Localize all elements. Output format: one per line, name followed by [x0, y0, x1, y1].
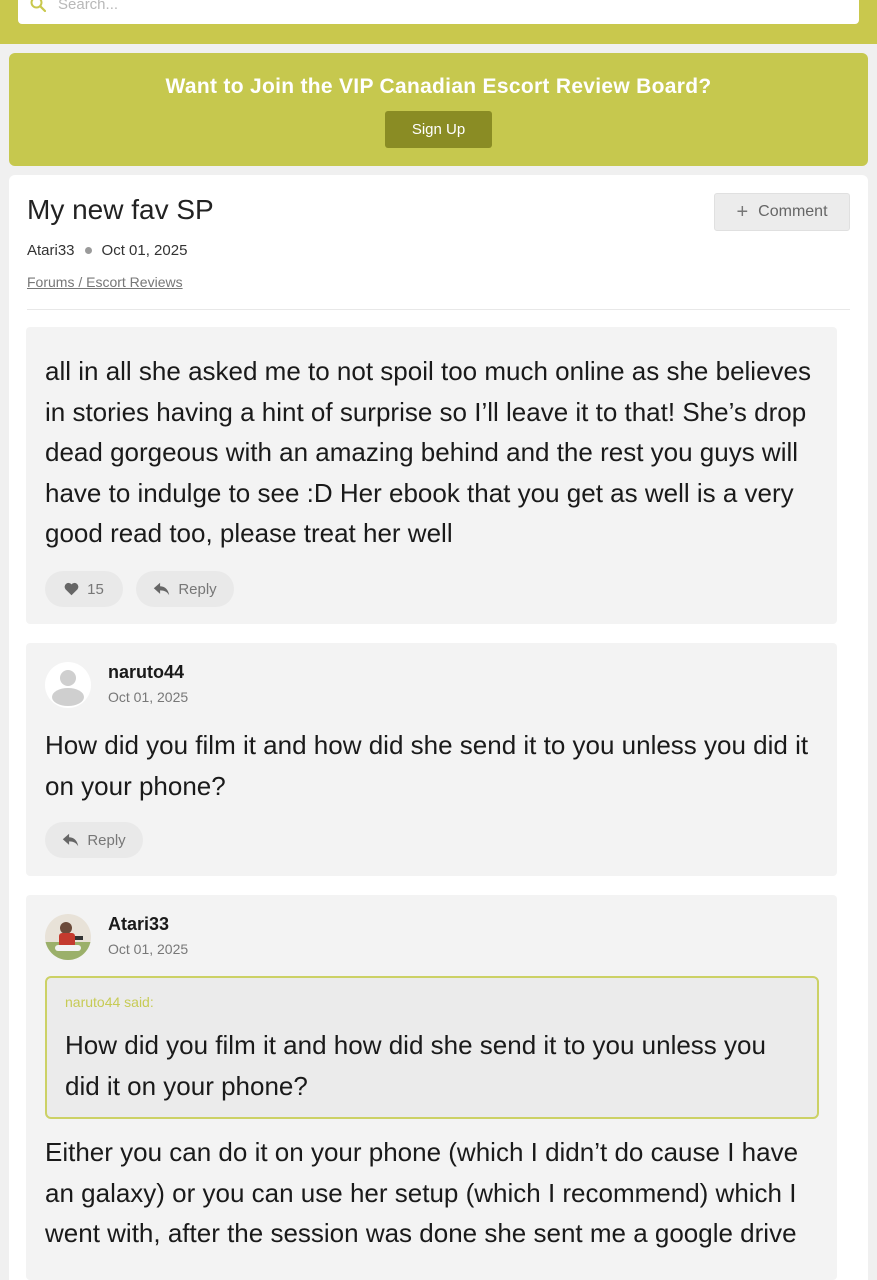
- reply-label: Reply: [87, 831, 126, 849]
- search-icon: [30, 0, 46, 12]
- reply-button[interactable]: Reply: [136, 571, 234, 607]
- heart-icon: [64, 582, 79, 596]
- sign-up-button[interactable]: Sign Up: [385, 111, 492, 148]
- post-container: My new fav SP Atari33 Oct 01, 2025 Forum…: [9, 175, 868, 1280]
- quote-line: did it on your phone?: [65, 1070, 308, 1101]
- like-button[interactable]: 15: [45, 571, 123, 607]
- comment-line: dead gorgeous with an amazing behind and…: [45, 437, 799, 467]
- post-author[interactable]: Atari33: [27, 242, 75, 259]
- reply-icon: [63, 833, 79, 847]
- default-avatar-icon: [45, 662, 91, 708]
- search-placeholder: Search...: [58, 0, 119, 13]
- reply-label: Reply: [178, 580, 217, 598]
- comment-line: an galaxy) or you can use her setup (whi…: [45, 1177, 797, 1208]
- comment-line: went with, after the session was done sh…: [45, 1218, 797, 1248]
- comment-date: Oct 01, 2025: [108, 689, 189, 705]
- comment-body: Either you can do it on your phone (whic…: [45, 1132, 798, 1254]
- comment-date: Oct 01, 2025: [108, 941, 189, 957]
- avatar[interactable]: [45, 914, 91, 960]
- comment-line: on your phone?: [45, 770, 226, 801]
- comment-line: in stories having a hint of surprise so …: [45, 396, 807, 427]
- comment-card: naruto44 Oct 01, 2025 How did you film i…: [26, 643, 837, 876]
- vip-banner-title: Want to Join the VIP Canadian Escort Rev…: [165, 75, 712, 98]
- breadcrumb[interactable]: Forums / Escort Reviews: [27, 274, 183, 290]
- user-photo-avatar: [45, 914, 91, 960]
- comment-line: have to indulge to see :D Her ebook that…: [45, 477, 794, 508]
- post-date: Oct 01, 2025: [101, 242, 188, 259]
- divider: [27, 309, 850, 310]
- comment-card: Atari33 Oct 01, 2025 naruto44 said: How …: [26, 895, 837, 1280]
- separator-dot: [84, 247, 92, 254]
- quote-block: naruto44 said: How did you film it and h…: [45, 976, 819, 1119]
- comment-button[interactable]: + Comment: [714, 193, 850, 231]
- vip-banner: Want to Join the VIP Canadian Escort Rev…: [9, 53, 868, 166]
- reply-icon: [154, 582, 170, 596]
- search-input[interactable]: Search...: [18, 0, 859, 24]
- top-bar: Search...: [0, 0, 877, 44]
- comment-line: good read too, please treat her well: [45, 518, 453, 548]
- page-title: My new fav SP: [27, 194, 214, 225]
- avatar[interactable]: [45, 662, 91, 708]
- quote-text: How did you film it and how did she send…: [65, 1025, 766, 1106]
- comment-card: all in all she asked me to not spoil too…: [26, 327, 837, 624]
- comment-body: all in all she asked me to not spoil too…: [45, 351, 811, 554]
- post-meta: Atari33 Oct 01, 2025: [27, 242, 187, 259]
- comment-username[interactable]: naruto44: [108, 662, 184, 683]
- plus-icon: +: [736, 201, 749, 223]
- quote-attribution[interactable]: naruto44 said:: [65, 994, 154, 1010]
- comment-username[interactable]: Atari33: [108, 914, 169, 935]
- comment-button-label: Comment: [758, 203, 828, 220]
- comment-line: all in all she asked me to not spoil too…: [45, 356, 811, 386]
- comment-line: How did you film it and how did she send…: [45, 730, 809, 760]
- like-count: 15: [87, 580, 104, 598]
- comment-line: Either you can do it on your phone (whic…: [45, 1137, 799, 1167]
- quote-line: How did you film it and how did she send…: [65, 1030, 766, 1060]
- reply-button[interactable]: Reply: [45, 822, 143, 858]
- comment-body: How did you film it and how did she send…: [45, 725, 808, 806]
